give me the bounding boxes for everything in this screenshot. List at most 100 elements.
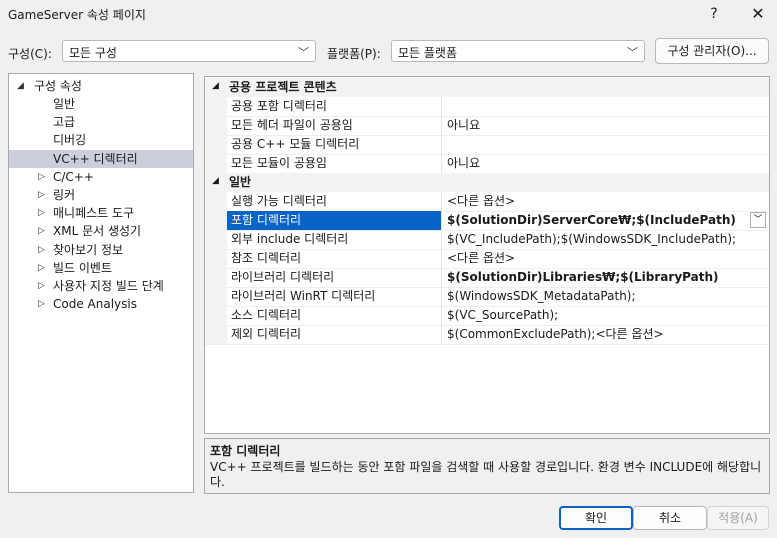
config-manager-button[interactable]: 구성 관리자(O)... [655,38,769,64]
tree-item[interactable]: ▷ XML 문서 생성기 [9,222,193,240]
config-label: 구성(C): [8,47,52,61]
tree-item[interactable]: ▷ 찾아보기 정보 [9,241,193,259]
tree-item-label: 고급 [53,115,76,130]
grid-row-name: 외부 include 디렉터리 [231,232,349,246]
description-panel: 포함 디렉터리 VC++ 프로젝트를 빌드하는 동안 포함 파일을 검색할 때 … [204,438,770,494]
grid-row-value: <다른 옵션> [441,249,769,268]
grid-row-name: 실행 가능 디렉터리 [231,194,327,208]
grid-row[interactable]: 소스 디렉터리 $(VC_SourcePath); [205,306,769,326]
grid-row[interactable]: 모든 헤더 파일이 공용임 아니요 [205,116,769,136]
grid-row-value: $(WindowsSDK_MetadataPath); [441,287,769,306]
grid-row-value: 아니요 [441,116,769,135]
grid-category[interactable]: ◢ 일반 [205,173,769,192]
tree-item-label: 매니페스트 도구 [53,206,135,221]
collapsed-triangle-icon[interactable]: ▷ [38,204,45,222]
expanded-triangle-icon[interactable]: ◢ [212,176,219,186]
title-bar: GameServer 속성 페이지 ? ✕ [0,0,777,28]
chevron-down-icon[interactable]: ﹀ [750,212,766,228]
grid-row-name: 공용 C++ 모듈 디렉터리 [231,137,360,151]
tree-item[interactable]: 고급 [9,113,193,131]
tree-item-label: 사용자 지정 빌드 단계 [53,279,164,293]
tree-item[interactable]: ▷ 사용자 지정 빌드 단계 [9,277,193,295]
grid-row-value: <다른 옵션> [441,192,769,211]
tree-item[interactable]: VC++ 디렉터리 [9,149,193,168]
grid-row[interactable]: 포함 디렉터리 $(SolutionDir)ServerCore₩;$(Inclu… [205,211,769,231]
description-title: 포함 디렉터리 [210,444,281,458]
grid-category[interactable]: ◢ 공용 프로젝트 콘텐츠 [205,78,769,97]
grid-row[interactable]: 제외 디렉터리 $(CommonExcludePath);<다른 옵션> [205,325,769,345]
tree-item[interactable]: ▷ 매니페스트 도구 [9,204,193,222]
grid-row[interactable]: 실행 가능 디렉터리 <다른 옵션> [205,192,769,212]
tree-item-label: 디버깅 [53,133,87,148]
grid-row[interactable]: 모든 모듈이 공용임 아니요 [205,154,769,174]
property-tree: ◢ 구성 속성 일반 고급 디버깅 VC++ 디렉터리 ▷ C/C++ ▷ 링커 ▷ 매니페스트 … [8,73,194,493]
config-select-value: 모든 구성 [69,46,117,60]
grid-row-name: 모든 모듈이 공용임 [231,156,327,170]
tree-item[interactable]: 디버깅 [9,131,193,149]
tree-item-label: Code Analysis [53,297,137,312]
collapsed-triangle-icon[interactable]: ▷ [38,277,45,295]
tree-item[interactable]: 일반 [9,95,193,113]
grid-row-gutter [205,192,227,211]
window-title: GameServer 속성 페이지 [8,8,146,22]
tree-item-label: 일반 [53,97,76,111]
grid-row[interactable]: 공용 포함 디렉터리 [205,97,769,117]
grid-row-value [441,97,769,116]
config-select[interactable]: 모든 구성 ﹀ [62,40,316,62]
tree-item-label: 빌드 이벤트 [53,260,113,275]
cancel-button[interactable]: 취소 [633,506,707,530]
grid-row-gutter [205,287,227,306]
grid-row-gutter [205,154,227,173]
tree-item[interactable]: ▷ C/C++ [9,168,193,186]
grid-row-name: 제외 디렉터리 [231,327,302,341]
chevron-down-icon: ﹀ [627,46,638,59]
apply-button[interactable]: 적용(A) [707,506,769,530]
grid-row[interactable]: 라이브러리 WinRT 디렉터리 $(WindowsSDK_MetadataPat… [205,287,769,307]
grid-row-name: 라이브러리 WinRT 디렉터리 [231,289,376,303]
grid-row-name: 라이브러리 디렉터리 [231,270,335,284]
grid-row-value: $(VC_IncludePath);$(WindowsSDK_IncludePa… [441,230,769,249]
expanded-triangle-icon[interactable]: ◢ [212,81,219,91]
grid-row-value: $(VC_SourcePath); [441,306,769,325]
grid-row-name: 모든 헤더 파일이 공용임 [231,118,353,132]
grid-row-value: $(SolutionDir)Libraries₩;$(LibraryPath) [441,268,769,287]
collapsed-triangle-icon[interactable]: ▷ [38,241,45,259]
ok-button[interactable]: 확인 [559,506,633,530]
tree-root[interactable]: ◢ 구성 속성 [9,77,193,95]
grid-row-value[interactable]: $(SolutionDir)ServerCore₩;$(IncludePath) [441,211,769,230]
grid-row-gutter [205,116,227,135]
tree-item[interactable]: ▷ 링커 [9,186,193,204]
grid-row-name: 공용 포함 디렉터리 [231,99,327,113]
tree-item-label: VC++ 디렉터리 [53,151,138,166]
collapsed-triangle-icon[interactable]: ▷ [38,168,45,186]
expanded-triangle-icon: ◢ [17,81,24,91]
grid-row-name: 포함 디렉터리 [227,211,441,230]
grid-row-gutter [205,135,227,154]
tree-root-label: 구성 속성 [34,79,82,93]
grid-row[interactable]: 공용 C++ 모듈 디렉터리 [205,135,769,155]
collapsed-triangle-icon[interactable]: ▷ [38,222,45,240]
grid-row-gutter [205,211,227,230]
grid-row-gutter [205,249,227,268]
grid-row-value: $(CommonExcludePath);<다른 옵션> [441,325,769,344]
grid-row[interactable]: 외부 include 디렉터리 $(VC_IncludePath);$(Windo… [205,230,769,250]
close-button[interactable]: ✕ [748,4,768,24]
grid-row-gutter [205,97,227,116]
platform-select-value: 모든 플랫폼 [398,46,458,60]
tree-item-label: 찾아보기 정보 [53,242,124,257]
grid-row[interactable]: 라이브러리 디렉터리 $(SolutionDir)Libraries₩;$(Lib… [205,268,769,288]
platform-label: 플랫폼(P): [327,47,381,61]
platform-select[interactable]: 모든 플랫폼 ﹀ [391,40,645,62]
collapsed-triangle-icon[interactable]: ▷ [38,259,45,277]
grid-row[interactable]: 참조 디렉터리 <다른 옵션> [205,249,769,269]
tree-item-label: C/C++ [53,169,94,184]
tree-item[interactable]: ▷ 빌드 이벤트 [9,259,193,277]
chevron-down-icon: ﹀ [298,46,309,59]
collapsed-triangle-icon[interactable]: ▷ [38,295,45,313]
description-text: VC++ 프로젝트를 빌드하는 동안 포함 파일을 검색할 때 사용할 경로입니… [210,460,762,489]
tree-item[interactable]: ▷ Code Analysis [9,295,193,313]
property-grid: ◢ 공용 프로젝트 콘텐츠공용 포함 디렉터리모든 헤더 파일이 공용임 아니요공용… [204,76,770,434]
collapsed-triangle-icon[interactable]: ▷ [38,186,45,204]
grid-row-gutter [205,230,227,249]
help-button[interactable]: ? [704,4,724,24]
